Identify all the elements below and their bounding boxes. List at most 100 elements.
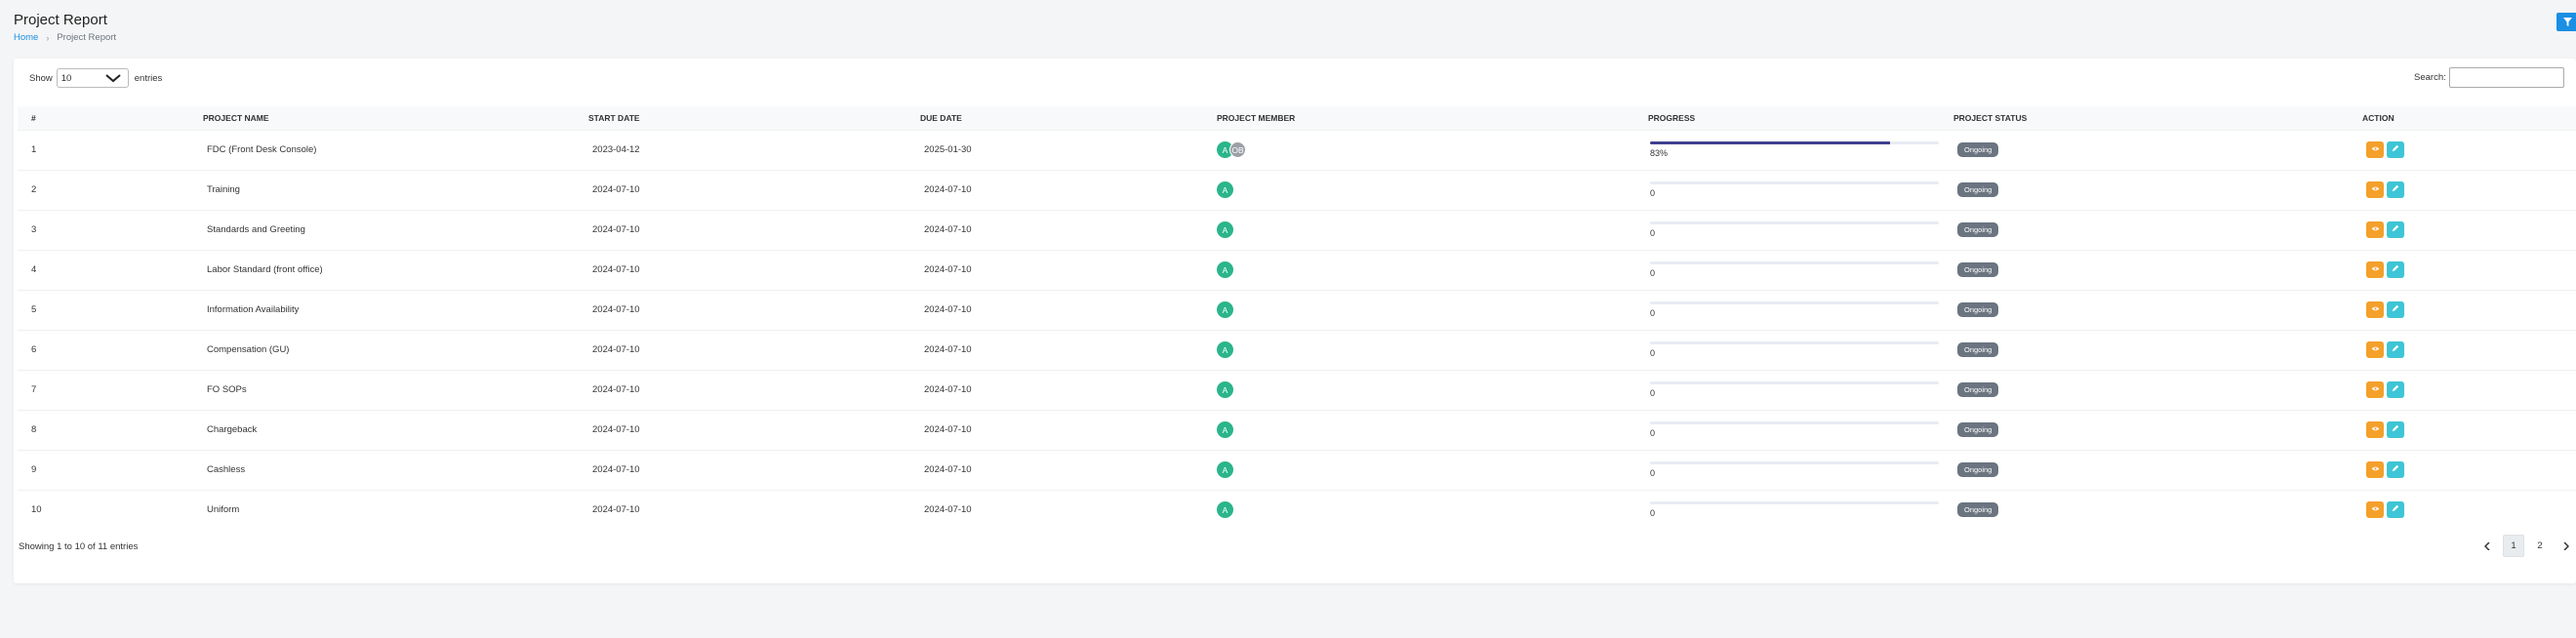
view-button[interactable] — [2366, 301, 2384, 318]
action-cell — [2349, 290, 2576, 330]
action-cell — [2349, 130, 2576, 170]
column-header-start-date[interactable]: START DATE — [575, 106, 906, 130]
edit-button[interactable] — [2387, 461, 2404, 478]
row-number: 7 — [31, 384, 37, 395]
project-members: A — [1203, 330, 1634, 370]
pagination-page-1[interactable]: 1 — [2503, 535, 2524, 557]
status-cell: Ongoing — [1940, 370, 2349, 410]
view-button[interactable] — [2366, 381, 2384, 398]
project-name: Compensation (GU) — [207, 344, 290, 355]
search-input[interactable] — [2448, 67, 2564, 88]
member-avatar[interactable]: A — [1217, 221, 1233, 238]
project-members: A — [1203, 410, 1634, 450]
view-button[interactable] — [2366, 501, 2384, 519]
progress-cell: 0 — [1634, 370, 1940, 410]
status-cell: Ongoing — [1940, 290, 2349, 330]
eye-icon — [2371, 424, 2380, 435]
member-avatar[interactable]: A — [1217, 381, 1233, 398]
eye-icon — [2371, 144, 2380, 155]
view-button[interactable] — [2366, 181, 2384, 198]
progress-bar: 0 — [1650, 381, 1939, 398]
progress-cell: 0 — [1634, 410, 1940, 450]
column-header-project-name[interactable]: PROJECT NAME — [189, 106, 575, 130]
project-name: FO SOPs — [207, 384, 247, 395]
page-length-select[interactable]: 10 — [56, 68, 129, 88]
table-info: Showing 1 to 10 of 11 entries — [19, 541, 139, 552]
column-header-progress[interactable]: PROGRESS — [1634, 106, 1940, 130]
member-avatar[interactable]: A — [1217, 181, 1233, 198]
view-button[interactable] — [2366, 461, 2384, 478]
progress-cell: 0 — [1634, 330, 1940, 370]
progress-track — [1650, 501, 1939, 505]
member-avatar[interactable]: A — [1217, 501, 1233, 519]
breadcrumb-home-link[interactable]: Home — [14, 32, 38, 43]
start-date: 2023-04-12 — [592, 144, 640, 155]
member-avatar[interactable]: A — [1217, 461, 1233, 478]
pagination-page-2[interactable]: 2 — [2529, 535, 2551, 557]
pencil-icon — [2392, 224, 2399, 235]
progress-value: 0 — [1650, 268, 1656, 278]
eye-icon — [2371, 224, 2380, 235]
start-date: 2024-07-10 — [592, 424, 640, 435]
edit-button[interactable] — [2387, 301, 2404, 318]
project-members: A — [1203, 170, 1634, 210]
edit-button[interactable] — [2387, 421, 2404, 438]
eye-icon — [2371, 344, 2380, 355]
member-avatar[interactable]: OB — [1229, 141, 1246, 158]
pagination-prev-button[interactable] — [2476, 535, 2498, 557]
pencil-icon — [2392, 344, 2399, 355]
column-header-due-date[interactable]: DUE DATE — [906, 106, 1203, 130]
column-header-project-status[interactable]: PROJECT STATUS — [1940, 106, 2349, 130]
progress-track — [1650, 421, 1939, 424]
view-button[interactable] — [2366, 421, 2384, 438]
due-date: 2024-07-10 — [924, 384, 972, 395]
edit-button[interactable] — [2387, 341, 2404, 358]
project-members: A OB — [1203, 130, 1634, 170]
table-row: 1 FDC (Front Desk Console) 2023-04-12 2025-… — [18, 130, 2576, 170]
edit-button[interactable] — [2387, 381, 2404, 398]
pencil-icon — [2392, 384, 2399, 395]
column-header-project-member[interactable]: PROJECT MEMBER — [1203, 106, 1634, 130]
view-button[interactable] — [2366, 221, 2384, 238]
filter-button[interactable] — [2556, 13, 2576, 31]
edit-button[interactable] — [2387, 501, 2404, 519]
pencil-icon — [2392, 464, 2399, 475]
member-avatar[interactable]: A — [1217, 301, 1233, 318]
project-name: Information Availability — [207, 304, 300, 315]
view-button[interactable] — [2366, 261, 2384, 278]
progress-track — [1650, 261, 1939, 264]
action-cell — [2349, 170, 2576, 210]
table-row: 6 Compensation (GU) 2024-07-10 2024-07-10 A 0… — [18, 330, 2576, 370]
row-number: 5 — [31, 304, 37, 315]
status-cell: Ongoing — [1940, 130, 2349, 170]
project-members: A — [1203, 490, 1634, 530]
start-date: 2024-07-10 — [592, 384, 640, 395]
edit-button[interactable] — [2387, 221, 2404, 238]
action-cell — [2349, 450, 2576, 490]
due-date: 2024-07-10 — [924, 224, 972, 235]
view-button[interactable] — [2366, 341, 2384, 358]
project-members: A — [1203, 290, 1634, 330]
column-header-number[interactable]: # — [18, 106, 189, 130]
member-avatar[interactable]: A — [1217, 421, 1233, 438]
status-cell: Ongoing — [1940, 250, 2349, 290]
table-header-row: # PROJECT NAME START DATE DUE DATE PROJE… — [18, 106, 2576, 130]
chevron-down-icon — [105, 74, 121, 83]
due-date: 2024-07-10 — [924, 264, 972, 275]
edit-button[interactable] — [2387, 181, 2404, 198]
table-row: 5 Information Availability 2024-07-10 2024-… — [18, 290, 2576, 330]
edit-button[interactable] — [2387, 261, 2404, 278]
progress-value: 0 — [1650, 508, 1656, 519]
status-cell: Ongoing — [1940, 330, 2349, 370]
row-number: 1 — [31, 144, 37, 155]
edit-button[interactable] — [2387, 141, 2404, 158]
row-number: 2 — [31, 184, 37, 195]
view-button[interactable] — [2366, 141, 2384, 158]
eye-icon — [2371, 464, 2380, 475]
pencil-icon — [2392, 264, 2399, 275]
pagination-next-button[interactable] — [2556, 535, 2576, 557]
progress-cell: 0 — [1634, 170, 1940, 210]
page-title: Project Report — [14, 12, 107, 28]
member-avatar[interactable]: A — [1217, 341, 1233, 358]
member-avatar[interactable]: A — [1217, 261, 1233, 278]
